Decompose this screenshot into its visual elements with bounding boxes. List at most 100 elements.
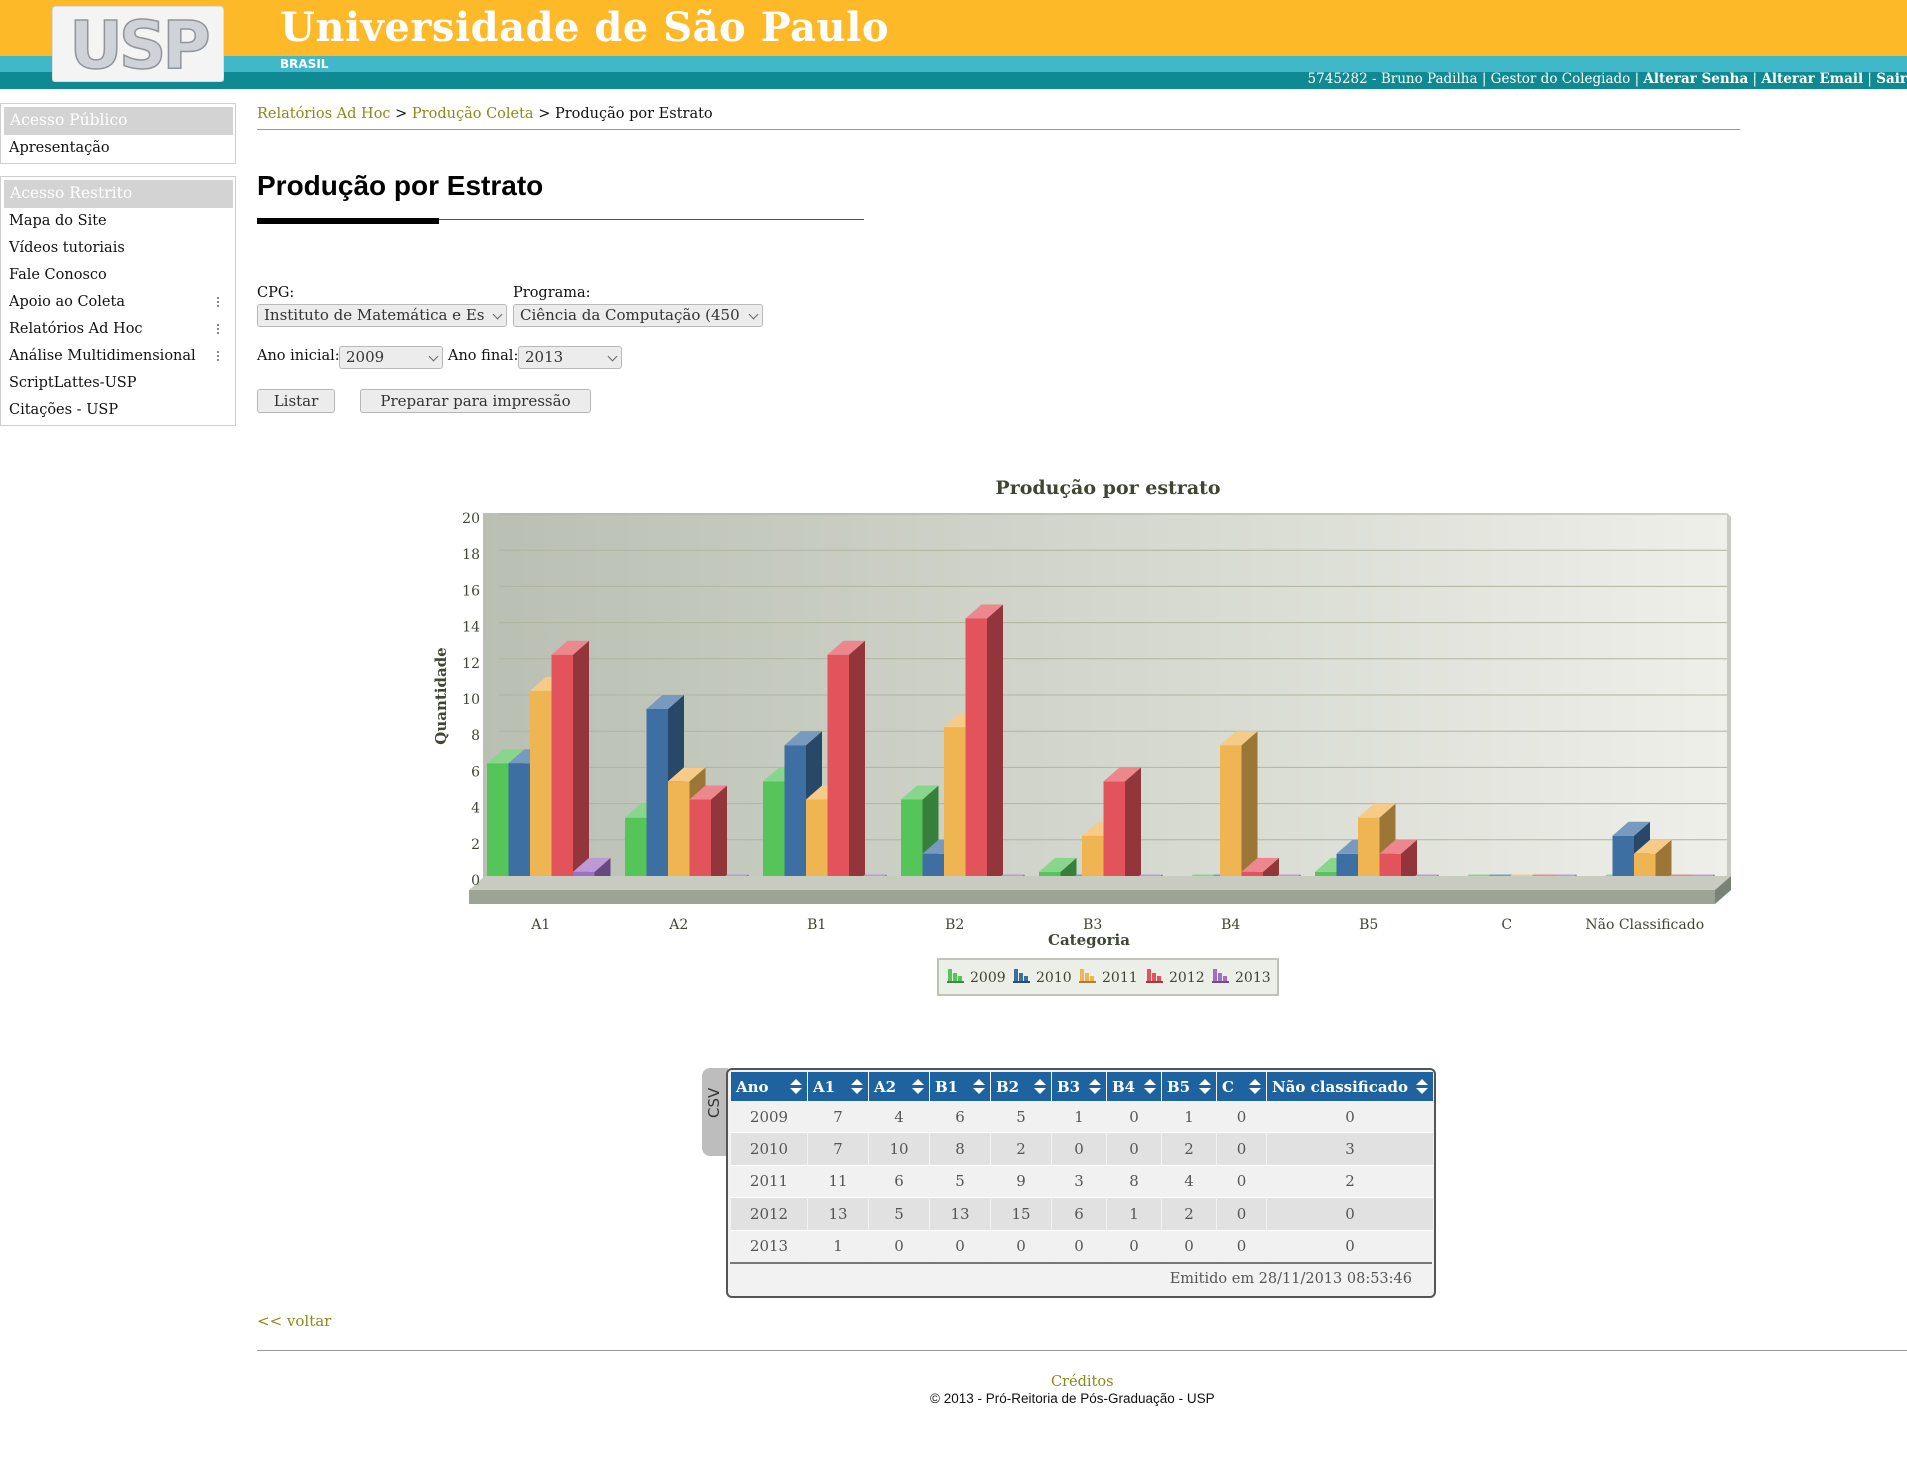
header-label: C	[1222, 1077, 1234, 1096]
plot-side-wall	[1727, 513, 1731, 883]
sidebar-item-apoio-ao-coleta[interactable]: Apoio ao Coleta	[4, 289, 233, 316]
page-title: Produção por Estrato	[257, 170, 544, 201]
sidebar-item-citacoes[interactable]: Citações - USP	[4, 397, 233, 424]
print-button[interactable]: Preparar para impressão	[360, 389, 591, 413]
sidebar-item-apresentacao[interactable]: Apresentação	[4, 135, 233, 162]
x-tick-label: C	[1501, 917, 1512, 933]
chart-floor-front	[469, 890, 1715, 904]
cell-value: 10	[869, 1133, 929, 1166]
legend-label: 2010	[1036, 970, 1072, 986]
sidebar-item-analise-multidimensional[interactable]: Análise Multidimensional	[4, 343, 233, 370]
site-title: Universidade de São Paulo	[280, 4, 890, 51]
y-axis-label: Quantidade	[432, 647, 450, 744]
y-tick-label: 2	[471, 837, 480, 853]
cell-value: 5	[869, 1198, 929, 1231]
column-header-ano[interactable]: Ano	[731, 1072, 807, 1101]
cell-value: 2	[1162, 1198, 1216, 1231]
cell-value: 13	[930, 1198, 990, 1231]
data-table-container: Ano A1 A2 B1 B2 B3 B4 B5 C Não classific…	[726, 1068, 1436, 1298]
sort-icon	[1034, 1079, 1046, 1095]
column-header-b4[interactable]: B4	[1107, 1072, 1161, 1101]
column-header-b1[interactable]: B1	[930, 1072, 990, 1101]
bar-side	[573, 640, 589, 890]
bar	[1103, 767, 1141, 890]
csv-export-tab[interactable]: CSV	[702, 1068, 728, 1156]
chart-legend: 2009 2010 2011 2012 2013	[937, 958, 1279, 996]
cell-value: 0	[1267, 1101, 1433, 1134]
start-year-value: 2009	[346, 348, 385, 366]
bar-front	[646, 709, 668, 890]
sort-icon	[1144, 1079, 1156, 1095]
cell-value: 0	[1267, 1230, 1433, 1263]
breadcrumb-relatorios-ad-hoc[interactable]: Relatórios Ad Hoc	[257, 106, 391, 122]
x-tick-label: A1	[530, 917, 550, 933]
sidebar-restricted-title: Acesso Restrito	[4, 180, 233, 208]
column-header-b3[interactable]: B3	[1052, 1072, 1106, 1101]
list-button[interactable]: Listar	[257, 389, 335, 413]
cell-value: 2	[991, 1133, 1051, 1166]
x-tick-label: B1	[807, 917, 826, 933]
table-row: 2010 7 10 8 2 0 0 2 0 3	[731, 1133, 1433, 1166]
breadcrumb-producao-coleta[interactable]: Produção Coleta	[412, 106, 534, 122]
column-header-c[interactable]: C	[1217, 1072, 1266, 1101]
cell-value: 0	[930, 1230, 990, 1263]
end-year-select[interactable]: 2013	[518, 346, 622, 369]
cell-value: 6	[869, 1165, 929, 1199]
bar-front	[508, 763, 530, 890]
cell-value: 1	[1162, 1101, 1216, 1134]
program-label: Programa:	[513, 285, 591, 301]
cpg-label: CPG:	[257, 285, 295, 301]
cell-value: 13	[808, 1198, 868, 1231]
cell-value: 6	[930, 1101, 990, 1134]
x-tick-label: A2	[668, 917, 688, 933]
column-header-a2[interactable]: A2	[869, 1072, 929, 1101]
submenu-arrow-icon	[217, 297, 227, 307]
column-header-nao-classificado[interactable]: Não classificado	[1267, 1072, 1433, 1101]
x-tick-label: B4	[1221, 917, 1240, 933]
cell-value: 7	[808, 1101, 868, 1134]
cell-value: 0	[1217, 1198, 1266, 1231]
cell-value: 1	[808, 1230, 868, 1263]
y-tick-label: 0	[471, 873, 480, 889]
back-link[interactable]: << voltar	[257, 1312, 331, 1330]
sort-icon	[851, 1079, 863, 1095]
cell-value: 5	[991, 1101, 1051, 1134]
y-tick-label: 14	[462, 620, 480, 636]
cpg-select[interactable]: Instituto de Matemática e Es	[257, 304, 507, 327]
sidebar-item-videos-tutoriais[interactable]: Vídeos tutoriais	[4, 235, 233, 262]
table-footer-divider	[730, 1262, 1432, 1264]
bar	[965, 604, 1003, 890]
cell-value: 0	[991, 1230, 1051, 1263]
header-label: A2	[874, 1077, 897, 1096]
cell-year: 2012	[731, 1198, 807, 1231]
logout-link[interactable]: Sair	[1876, 71, 1907, 87]
sidebar-item-relatorios-ad-hoc[interactable]: Relatórios Ad Hoc	[4, 316, 233, 343]
start-year-select[interactable]: 2009	[339, 346, 443, 369]
header-label: A1	[813, 1077, 836, 1096]
usp-logo[interactable]: USP	[52, 6, 224, 82]
legend-label: 2009	[970, 970, 1006, 986]
column-header-a1[interactable]: A1	[808, 1072, 868, 1101]
cell-year: 2009	[731, 1101, 807, 1134]
y-tick-label: 6	[471, 764, 480, 780]
change-email-link[interactable]: Alterar Email	[1761, 71, 1863, 87]
program-select[interactable]: Ciência da Computação (450	[513, 304, 763, 327]
bar-front	[944, 727, 966, 890]
sort-icon	[973, 1079, 985, 1095]
submenu-arrow-icon	[217, 324, 227, 334]
bar-front	[827, 654, 849, 890]
sidebar-item-scriptlattes[interactable]: ScriptLattes-USP	[4, 370, 233, 397]
column-header-b5[interactable]: B5	[1162, 1072, 1216, 1101]
sidebar-item-fale-conosco[interactable]: Fale Conosco	[4, 262, 233, 289]
submenu-arrow-icon	[217, 351, 227, 361]
column-header-b2[interactable]: B2	[991, 1072, 1051, 1101]
sidebar-item-label: ScriptLattes-USP	[9, 375, 137, 391]
change-password-link[interactable]: Alterar Senha	[1643, 71, 1748, 87]
sidebar-restricted: Acesso Restrito Mapa do Site Vídeos tuto…	[0, 176, 236, 426]
legend-label: 2011	[1102, 970, 1138, 986]
sidebar-item-mapa-do-site[interactable]: Mapa do Site	[4, 208, 233, 235]
credits-link[interactable]: Créditos	[1051, 1374, 1114, 1390]
bar	[827, 640, 865, 890]
cell-value: 0	[1217, 1165, 1266, 1199]
chevron-down-icon	[748, 309, 759, 320]
